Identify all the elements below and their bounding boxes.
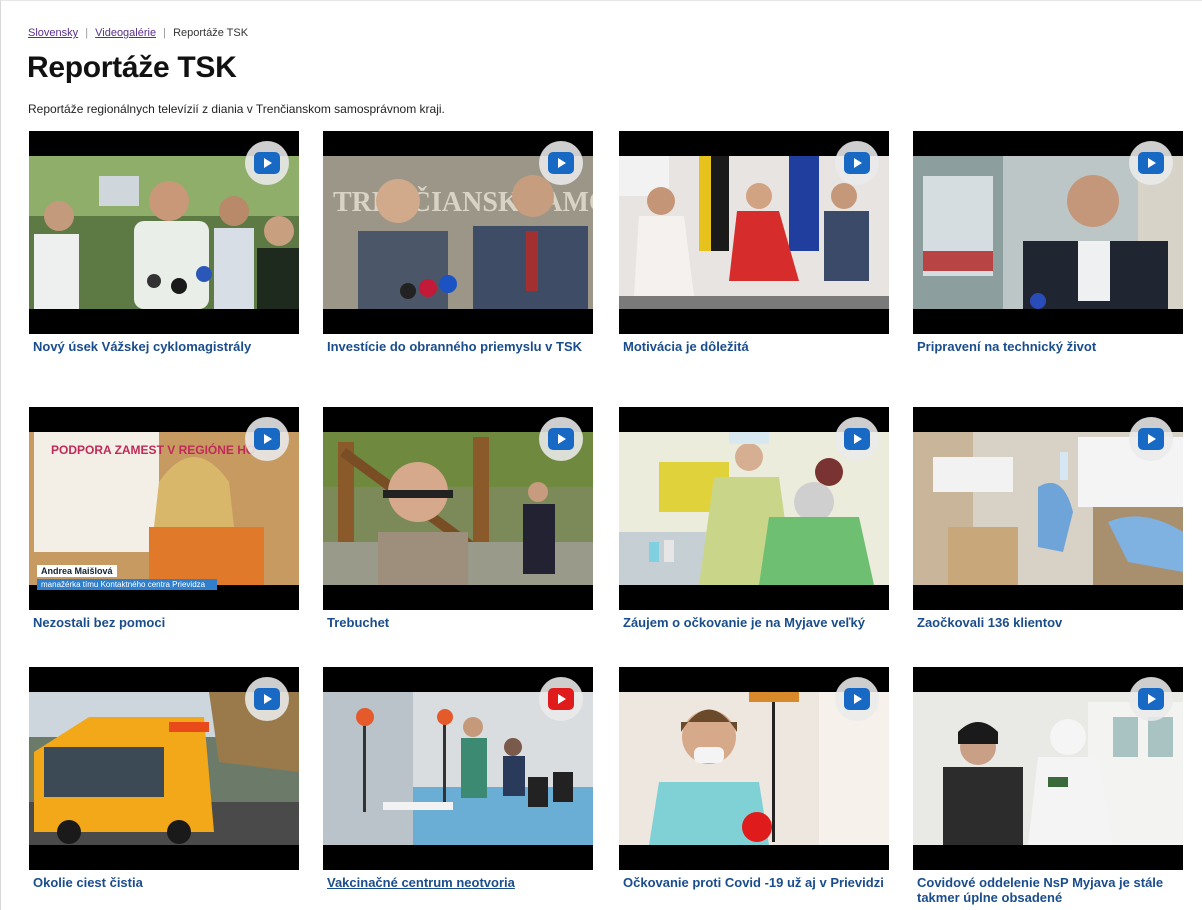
breadcrumb: Slovensky | Videogalérie | Reportáže TSK	[28, 27, 248, 39]
play-blue-icon[interactable]	[1129, 417, 1173, 461]
play-blue-icon[interactable]	[245, 677, 289, 721]
play-red-icon[interactable]	[539, 677, 583, 721]
breadcrumb-link-videogalerie[interactable]: Videogalérie	[95, 27, 156, 39]
breadcrumb-current: Reportáže TSK	[173, 27, 249, 39]
video-card[interactable]: Motivácia je dôležitá	[619, 131, 889, 354]
play-blue-icon[interactable]	[245, 141, 289, 185]
video-title[interactable]: Nezostali bez pomoci	[29, 615, 299, 630]
video-title[interactable]: Pripravení na technický život	[913, 339, 1183, 354]
video-card[interactable]: Trebuchet	[323, 407, 593, 630]
name-caption: Andrea Maišlová manažérka tímu Kontaktné…	[37, 561, 217, 590]
play-blue-icon[interactable]	[835, 141, 879, 185]
play-blue-icon[interactable]	[1129, 141, 1173, 185]
poster-lettering: PODPORA ZAMEST V REGIÓNE HO	[51, 442, 255, 457]
video-thumbnail[interactable]	[619, 131, 889, 334]
page-title: Reportáže TSK	[27, 51, 237, 84]
name-caption-name: Andrea Maišlová	[37, 565, 117, 577]
video-title[interactable]: Vakcinačné centrum neotvoria	[323, 875, 593, 890]
video-card[interactable]: Okolie ciest čistia	[29, 667, 299, 890]
video-title[interactable]: Trebuchet	[323, 615, 593, 630]
video-thumbnail[interactable]	[323, 407, 593, 610]
play-blue-icon[interactable]	[835, 417, 879, 461]
play-blue-icon[interactable]	[1129, 677, 1173, 721]
video-card[interactable]: Vakcinačné centrum neotvoria	[323, 667, 593, 890]
video-title[interactable]: Motivácia je dôležitá	[619, 339, 889, 354]
video-card[interactable]: TRENČIANSK SAMOSPR Investície do obranné…	[323, 131, 593, 354]
video-title[interactable]: Zaočkovali 136 klientov	[913, 615, 1183, 630]
video-title[interactable]: Záujem o očkovanie je na Myjave veľký	[619, 615, 889, 630]
video-thumbnail[interactable]: PODPORA ZAMEST V REGIÓNE HO Andrea Maišl…	[29, 407, 299, 610]
video-card[interactable]: Pripravení na technický život	[913, 131, 1183, 354]
page: Slovensky | Videogalérie | Reportáže TSK…	[0, 0, 1202, 910]
name-caption-role: manažérka tímu Kontaktného centra Prievi…	[37, 579, 217, 590]
video-thumbnail[interactable]	[29, 131, 299, 334]
video-title[interactable]: Investície do obranného priemyslu v TSK	[323, 339, 593, 354]
video-thumbnail[interactable]	[323, 667, 593, 870]
building-lettering: TRENČIANSK SAMOSPR	[333, 187, 593, 218]
page-subtitle: Reportáže regionálnych televízií z diani…	[28, 102, 445, 116]
video-card[interactable]: Covidové oddelenie NsP Myjava je stále t…	[913, 667, 1183, 905]
video-card[interactable]: Zaočkovali 136 klientov	[913, 407, 1183, 630]
video-card[interactable]: PODPORA ZAMEST V REGIÓNE HO Andrea Maišl…	[29, 407, 299, 630]
video-card[interactable]: Nový úsek Vážskej cyklomagistrály	[29, 131, 299, 354]
video-title[interactable]: Očkovanie proti Covid -19 už aj v Prievi…	[619, 875, 889, 890]
video-thumbnail[interactable]	[913, 407, 1183, 610]
video-thumbnail[interactable]	[619, 667, 889, 870]
video-thumbnail[interactable]	[619, 407, 889, 610]
video-thumbnail[interactable]	[913, 131, 1183, 334]
video-card[interactable]: Očkovanie proti Covid -19 už aj v Prievi…	[619, 667, 889, 890]
breadcrumb-link-home[interactable]: Slovensky	[28, 27, 78, 39]
play-blue-icon[interactable]	[245, 417, 289, 461]
video-card[interactable]: Záujem o očkovanie je na Myjave veľký	[619, 407, 889, 630]
video-title[interactable]: Covidové oddelenie NsP Myjava je stále t…	[913, 875, 1183, 905]
video-thumbnail[interactable]	[29, 667, 299, 870]
play-blue-icon[interactable]	[539, 417, 583, 461]
breadcrumb-separator: |	[85, 27, 89, 39]
play-blue-icon[interactable]	[539, 141, 583, 185]
breadcrumb-separator: |	[163, 27, 167, 39]
video-thumbnail[interactable]	[913, 667, 1183, 870]
video-title[interactable]: Okolie ciest čistia	[29, 875, 299, 890]
play-blue-icon[interactable]	[835, 677, 879, 721]
video-thumbnail[interactable]: TRENČIANSK SAMOSPR	[323, 131, 593, 334]
video-title[interactable]: Nový úsek Vážskej cyklomagistrály	[29, 339, 299, 354]
